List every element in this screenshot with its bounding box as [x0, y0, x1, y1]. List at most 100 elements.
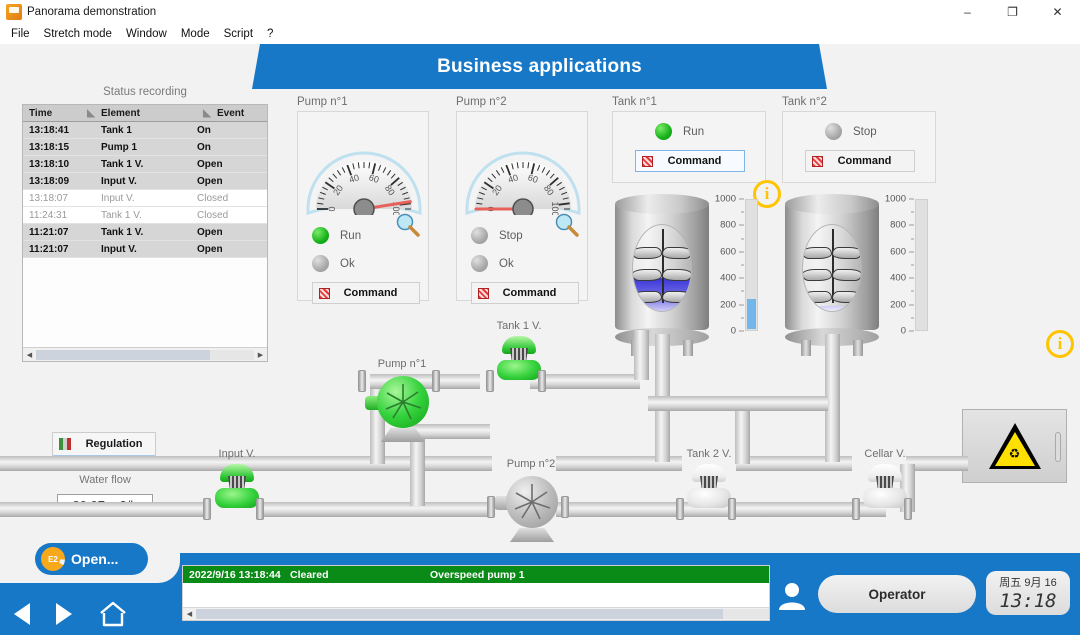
close-button[interactable]: ✕	[1035, 0, 1080, 24]
home-icon[interactable]	[98, 601, 128, 627]
tank1-vessel[interactable]	[615, 192, 709, 356]
grid-body: 13:18:41 Tank 1 On 13:18:15 Pump 1 On 13:18:10…	[23, 122, 267, 347]
scale-tick-label: 200	[720, 299, 736, 311]
column-header-event[interactable]: Event	[217, 108, 267, 119]
pump1-gauge: 0 20 40 60 80 100	[302, 117, 426, 220]
maximize-button[interactable]: ❐	[990, 0, 1035, 24]
open-button-label: Open...	[71, 551, 119, 567]
grid-horizontal-scrollbar[interactable]: ◀ ▶	[23, 347, 267, 361]
menu-help[interactable]: ?	[260, 26, 280, 42]
cell-time: 11:24:31	[29, 209, 68, 221]
valve-tank2-label: Tank 2 V.	[686, 448, 732, 460]
column-header-element[interactable]: Element	[101, 108, 197, 119]
magnifier-icon[interactable]	[554, 212, 580, 238]
info-icon-warning[interactable]: i	[1046, 330, 1074, 358]
regulation-button[interactable]: Regulation	[52, 432, 156, 457]
table-row[interactable]: 13:18:41 Tank 1 On	[23, 122, 267, 139]
window-title: Panorama demonstration	[27, 6, 157, 18]
page-title: Business applications	[437, 55, 642, 77]
warning-sign-plate[interactable]: ♻	[962, 409, 1067, 483]
pump1-command-button[interactable]: Command	[312, 282, 420, 304]
scale-tick-label: 600	[890, 246, 906, 258]
table-row[interactable]: 11:21:07 Input V. Open	[23, 241, 267, 258]
synoptic-canvas: Business applications Status recording T…	[0, 44, 1080, 635]
valve-tank1[interactable]: Tank 1 V.	[494, 320, 544, 382]
menu-file[interactable]: File	[4, 26, 37, 42]
table-row[interactable]: 13:18:07 Input V. Closed	[23, 190, 267, 207]
tank1-level-bar-track	[745, 199, 758, 331]
pump1-run-label: Run	[340, 229, 362, 242]
operator-button[interactable]: Operator	[818, 575, 976, 613]
tank1-level-scale: 1000 800 600 400 200 0	[712, 194, 758, 337]
pump2-ok-lamp	[471, 255, 488, 272]
pump1-graphic[interactable]: Pump n°1	[365, 358, 439, 442]
filter-icon-element[interactable]: ◣	[197, 108, 217, 119]
user-icon	[778, 581, 806, 611]
menu-mode[interactable]: Mode	[174, 26, 217, 42]
tank2-vessel[interactable]	[785, 192, 879, 356]
menu-window[interactable]: Window	[119, 26, 174, 42]
alarm-horizontal-scrollbar[interactable]: ◀	[183, 607, 769, 620]
tank2-command-button[interactable]: Command	[805, 150, 915, 172]
forward-icon[interactable]	[56, 603, 72, 625]
pump1-volute	[377, 376, 429, 428]
scroll-left-icon[interactable]: ◀	[23, 351, 36, 359]
scroll-thumb[interactable]	[36, 349, 211, 360]
cell-event: On	[197, 124, 211, 136]
valve-input-label: Input V.	[218, 448, 256, 460]
pump1-ok-lamp	[312, 255, 329, 272]
cell-element: Input V.	[101, 175, 137, 187]
back-icon[interactable]	[14, 603, 30, 625]
alarm-row[interactable]: 2022/9/16 13:18:44 Cleared Overspeed pump …	[183, 566, 769, 583]
scale-tick-mark	[909, 304, 914, 306]
table-row[interactable]: 11:24:31 Tank 1 V. Closed	[23, 207, 267, 224]
scale-tick-mark-minor	[911, 238, 914, 240]
clock-widget[interactable]: 周五 9月 16 13:18	[986, 571, 1070, 615]
tank1-command-button[interactable]: Command	[635, 150, 745, 172]
magnifier-icon[interactable]	[395, 212, 421, 238]
pump1-run-lamp	[312, 227, 329, 244]
scroll-track[interactable]	[36, 349, 254, 360]
pipe-tank1-down	[634, 330, 649, 380]
alarm-scroll-track[interactable]	[196, 609, 769, 619]
valve-tank2[interactable]: Tank 2 V.	[684, 448, 734, 510]
alarm-grid[interactable]: 2022/9/16 13:18:44 Cleared Overspeed pump …	[182, 565, 770, 621]
column-header-time[interactable]: Time	[23, 108, 81, 119]
pipe-inlet-to-pump2	[262, 502, 490, 517]
table-row[interactable]: 13:18:10 Tank 1 V. Open	[23, 156, 267, 173]
valve-cellar-label: Cellar V.	[864, 448, 906, 460]
svg-text:0: 0	[327, 206, 337, 211]
cell-time: 13:18:10	[29, 158, 70, 170]
scroll-right-icon[interactable]: ▶	[254, 351, 267, 359]
cell-element: Input V.	[101, 243, 137, 255]
scale-tick-label: 200	[890, 299, 906, 311]
pump2-command-button[interactable]: Command	[471, 282, 579, 304]
open-button[interactable]: Open...	[35, 543, 148, 575]
navigation-row	[14, 601, 128, 627]
pump2-stop-label: Stop	[499, 229, 523, 242]
valve-cellar[interactable]: Cellar V.	[860, 448, 910, 510]
table-row[interactable]: 13:18:09 Input V. Open	[23, 173, 267, 190]
cell-event: Closed	[197, 209, 229, 221]
valve-input[interactable]: Input V.	[212, 448, 262, 510]
scale-tick-mark	[909, 251, 914, 253]
menu-stretch-mode[interactable]: Stretch mode	[37, 26, 119, 42]
command-icon	[642, 155, 653, 167]
tank2-status: Stop	[825, 123, 877, 140]
filter-icon-time[interactable]: ◣	[81, 108, 101, 119]
scale-tick-mark	[909, 330, 914, 332]
window-controls: – ❐ ✕	[945, 0, 1080, 24]
minimize-button[interactable]: –	[945, 0, 990, 24]
table-row[interactable]: 13:18:15 Pump 1 On	[23, 139, 267, 156]
menu-script[interactable]: Script	[217, 26, 260, 42]
pump2-graphic[interactable]: Pump n°2	[494, 458, 568, 542]
tank1-panel: Tank n°1 Run Command	[612, 96, 766, 183]
pump2-command-label: Command	[502, 287, 557, 299]
table-row[interactable]: 11:21:07 Tank 1 V. Open	[23, 224, 267, 241]
scale-tick-mark	[909, 224, 914, 226]
page-banner: Business applications	[252, 44, 827, 89]
alarm-scroll-left-icon[interactable]: ◀	[183, 610, 196, 618]
alarm-scroll-thumb[interactable]	[196, 609, 724, 619]
e2-logo	[41, 547, 65, 571]
clock-time: 13:18	[999, 590, 1057, 612]
